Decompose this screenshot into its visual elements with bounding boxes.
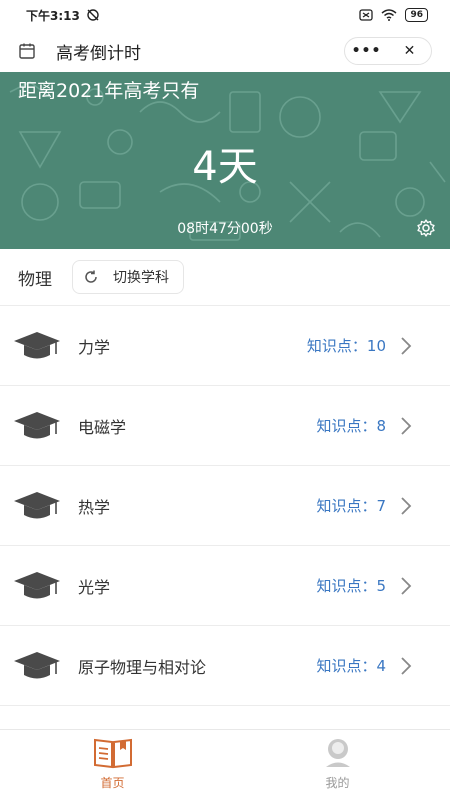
- refresh-icon: [85, 270, 97, 283]
- nav-home[interactable]: 首页: [0, 730, 225, 800]
- sim-icon: [359, 9, 374, 21]
- knowledge-count: 知识点：5: [316, 577, 386, 595]
- topic-name: 电磁学: [78, 417, 127, 437]
- chevron-right-icon: [398, 575, 414, 597]
- topic-name: 光学: [78, 577, 111, 597]
- chevron-right-icon: [398, 495, 414, 517]
- status-bar: 下午3:13 96: [0, 0, 450, 30]
- page-title: 高考倒计时: [56, 43, 141, 64]
- book-icon: [93, 738, 132, 769]
- subject-row: 物理 切换学科: [0, 249, 450, 305]
- topic-list: 力学 知识点：10 电磁学 知识点：8 热学 知识点：7 光学 知识点：5 原子…: [0, 305, 450, 729]
- graduation-cap-icon: [12, 568, 62, 604]
- countdown-banner: 距离2021年高考只有 4天 08时47分00秒: [0, 72, 450, 249]
- more-button[interactable]: •••: [345, 43, 388, 59]
- switch-subject-button[interactable]: 切换学科: [72, 260, 184, 294]
- user-profile-icon: [325, 739, 350, 767]
- nav-home-label: 首页: [100, 776, 125, 790]
- topic-name: 原子物理与相对论: [78, 657, 207, 677]
- list-item-electromagnetism[interactable]: 电磁学 知识点：8: [0, 385, 450, 465]
- current-subject: 物理: [18, 269, 52, 290]
- countdown-heading: 距离2021年高考只有: [18, 80, 200, 102]
- countdown-clock: 08时47分00秒: [177, 221, 273, 237]
- wifi-icon: [381, 9, 397, 21]
- list-item-atomic-physics[interactable]: 原子物理与相对论 知识点：4: [0, 625, 450, 705]
- graduation-cap-icon: [12, 408, 62, 444]
- status-left: 下午3:13: [26, 7, 100, 24]
- nav-mine[interactable]: 我的: [225, 730, 450, 800]
- battery-icon: 96: [405, 8, 428, 22]
- nav-mine-label: 我的: [325, 776, 350, 790]
- knowledge-count: 知识点：8: [316, 417, 386, 435]
- graduation-cap-icon: [12, 648, 62, 684]
- bottom-nav: 首页 我的: [0, 729, 450, 800]
- countdown-days: 4天: [192, 144, 258, 190]
- do-not-disturb-icon: [87, 9, 99, 21]
- topic-name: 热学: [78, 497, 111, 517]
- chevron-right-icon: [398, 415, 414, 437]
- topic-name: 力学: [78, 337, 111, 357]
- knowledge-count: 知识点：10: [306, 337, 386, 355]
- mini-program-capsule: ••• ✕: [344, 37, 432, 65]
- close-button[interactable]: ✕: [388, 43, 431, 59]
- switch-subject-label: 切换学科: [113, 270, 169, 286]
- graduation-cap-icon: [12, 488, 62, 524]
- knowledge-count: 知识点：4: [316, 657, 386, 675]
- chevron-right-icon: [398, 335, 414, 357]
- list-item-partial[interactable]: [0, 705, 450, 729]
- settings-gear-icon[interactable]: [416, 218, 436, 238]
- title-bar: 高考倒计时 ••• ✕: [0, 30, 450, 72]
- list-item-optics[interactable]: 光学 知识点：5: [0, 545, 450, 625]
- status-time: 下午3:13: [26, 8, 80, 23]
- calendar-icon: [18, 42, 36, 60]
- chevron-right-icon: [398, 655, 414, 677]
- knowledge-count: 知识点：7: [316, 497, 386, 515]
- status-right: 96: [359, 8, 428, 22]
- list-item-thermodynamics[interactable]: 热学 知识点：7: [0, 465, 450, 545]
- list-item-mechanics[interactable]: 力学 知识点：10: [0, 305, 450, 385]
- graduation-cap-icon: [12, 328, 62, 364]
